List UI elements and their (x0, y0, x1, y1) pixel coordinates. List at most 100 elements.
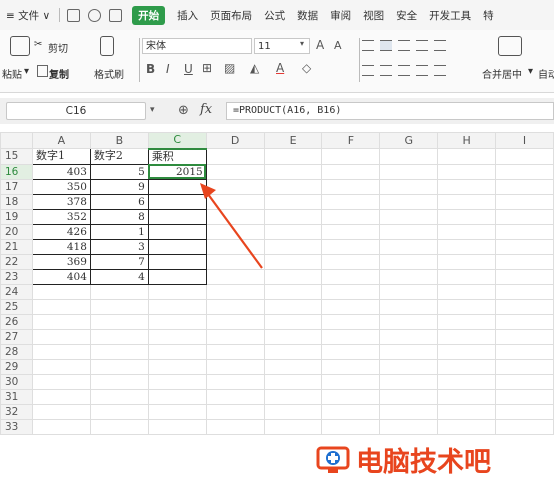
row-header[interactable]: 20 (0, 223, 33, 240)
cell[interactable] (495, 418, 554, 435)
align-bottom-icon[interactable] (398, 40, 410, 51)
cell[interactable] (263, 418, 323, 435)
cell[interactable] (205, 163, 265, 180)
merge-dropdown-icon[interactable]: ▾ (528, 66, 533, 77)
formula-input[interactable]: =PRODUCT(A16, B16) (226, 102, 554, 120)
cell[interactable] (205, 298, 265, 315)
row-header[interactable]: 24 (0, 283, 33, 300)
cell[interactable] (205, 388, 265, 405)
column-header-b[interactable]: B (89, 132, 149, 149)
highlight-icon[interactable]: ◭ (250, 61, 259, 75)
cell[interactable] (437, 268, 497, 285)
cell[interactable] (321, 208, 381, 225)
cell[interactable] (205, 358, 265, 375)
cell-b18[interactable]: 6 (89, 193, 149, 210)
cell[interactable] (321, 343, 381, 360)
cell[interactable] (205, 193, 265, 210)
cell-b32[interactable] (89, 403, 149, 420)
cell[interactable] (321, 148, 381, 165)
cell[interactable] (495, 328, 554, 345)
cell[interactable] (379, 208, 439, 225)
align-left-icon[interactable] (362, 65, 374, 76)
cell[interactable] (263, 163, 323, 180)
cell[interactable] (321, 313, 381, 330)
cell[interactable] (379, 418, 439, 435)
cell[interactable] (437, 223, 497, 240)
cell-c31[interactable] (147, 388, 207, 405)
cell-a24[interactable] (31, 283, 91, 300)
cell[interactable] (263, 328, 323, 345)
cell[interactable] (321, 358, 381, 375)
cell[interactable] (437, 418, 497, 435)
cell[interactable] (205, 268, 265, 285)
cell[interactable] (379, 328, 439, 345)
border-icon[interactable]: ⊞ (202, 61, 212, 75)
cell[interactable] (437, 208, 497, 225)
cell[interactable] (321, 178, 381, 195)
print-icon[interactable] (109, 8, 123, 22)
cell-b28[interactable] (89, 343, 149, 360)
row-header[interactable]: 30 (0, 373, 33, 390)
italic-icon[interactable]: I (166, 62, 170, 76)
row-header[interactable]: 15 (0, 148, 33, 165)
cell-b25[interactable] (89, 298, 149, 315)
row-header[interactable]: 32 (0, 403, 33, 420)
tab-view[interactable]: 视图 (363, 8, 384, 23)
cell[interactable] (205, 148, 265, 165)
cell-b22[interactable]: 7 (89, 253, 149, 270)
cell[interactable] (321, 388, 381, 405)
cell[interactable] (437, 313, 497, 330)
paste-button[interactable]: 粘贴 (2, 66, 22, 81)
cell[interactable] (263, 358, 323, 375)
font-size-dropdown-icon[interactable]: ▾ (300, 39, 304, 48)
undo-icon[interactable] (88, 8, 102, 22)
cell[interactable] (205, 343, 265, 360)
select-all-corner[interactable] (0, 132, 33, 149)
underline-icon[interactable]: U (184, 62, 193, 76)
cell-c33[interactable] (147, 418, 207, 435)
paste-dropdown-icon[interactable]: ▾ (24, 66, 29, 77)
row-header[interactable]: 21 (0, 238, 33, 255)
cell[interactable] (495, 403, 554, 420)
cell[interactable] (263, 283, 323, 300)
cell[interactable] (263, 403, 323, 420)
cell-b23[interactable]: 4 (89, 268, 149, 285)
cell[interactable] (495, 343, 554, 360)
column-header-g[interactable]: G (379, 132, 439, 149)
indent-left-icon[interactable] (416, 40, 428, 51)
cell-c15[interactable]: 乘积 (147, 148, 207, 165)
cell-c32[interactable] (147, 403, 207, 420)
distributed-icon[interactable] (434, 65, 446, 76)
cell-a29[interactable] (31, 358, 91, 375)
format-painter-button[interactable]: 格式刷 (94, 66, 124, 81)
menu-file[interactable]: ≡ 文件 ∨ (6, 8, 50, 23)
cell[interactable] (379, 253, 439, 270)
font-color-icon[interactable]: A (276, 61, 284, 75)
cell[interactable] (205, 253, 265, 270)
cell[interactable] (205, 238, 265, 255)
increase-font-icon[interactable]: A (316, 38, 324, 52)
tab-security[interactable]: 安全 (396, 8, 417, 23)
merge-center-button[interactable]: 合并居中 (482, 66, 522, 81)
cell-b26[interactable] (89, 313, 149, 330)
cell[interactable] (437, 193, 497, 210)
cell[interactable] (495, 388, 554, 405)
decrease-font-icon[interactable]: A (334, 39, 342, 52)
cell[interactable] (321, 238, 381, 255)
cell-b17[interactable]: 9 (89, 178, 149, 195)
cell[interactable] (437, 163, 497, 180)
cell-a33[interactable] (31, 418, 91, 435)
row-header[interactable]: 18 (0, 193, 33, 210)
cut-button[interactable]: 剪切 (48, 40, 68, 55)
cell-a23[interactable]: 404 (31, 268, 91, 285)
cell-a20[interactable]: 426 (31, 223, 91, 240)
cell[interactable] (263, 313, 323, 330)
tab-page-layout[interactable]: 页面布局 (210, 8, 252, 23)
row-header[interactable]: 16 (0, 163, 33, 180)
name-box-dropdown-icon[interactable]: ▾ (150, 105, 155, 115)
cell[interactable] (437, 148, 497, 165)
cell-a17[interactable]: 350 (31, 178, 91, 195)
cell[interactable] (379, 403, 439, 420)
cell[interactable] (321, 253, 381, 270)
cell[interactable] (205, 418, 265, 435)
